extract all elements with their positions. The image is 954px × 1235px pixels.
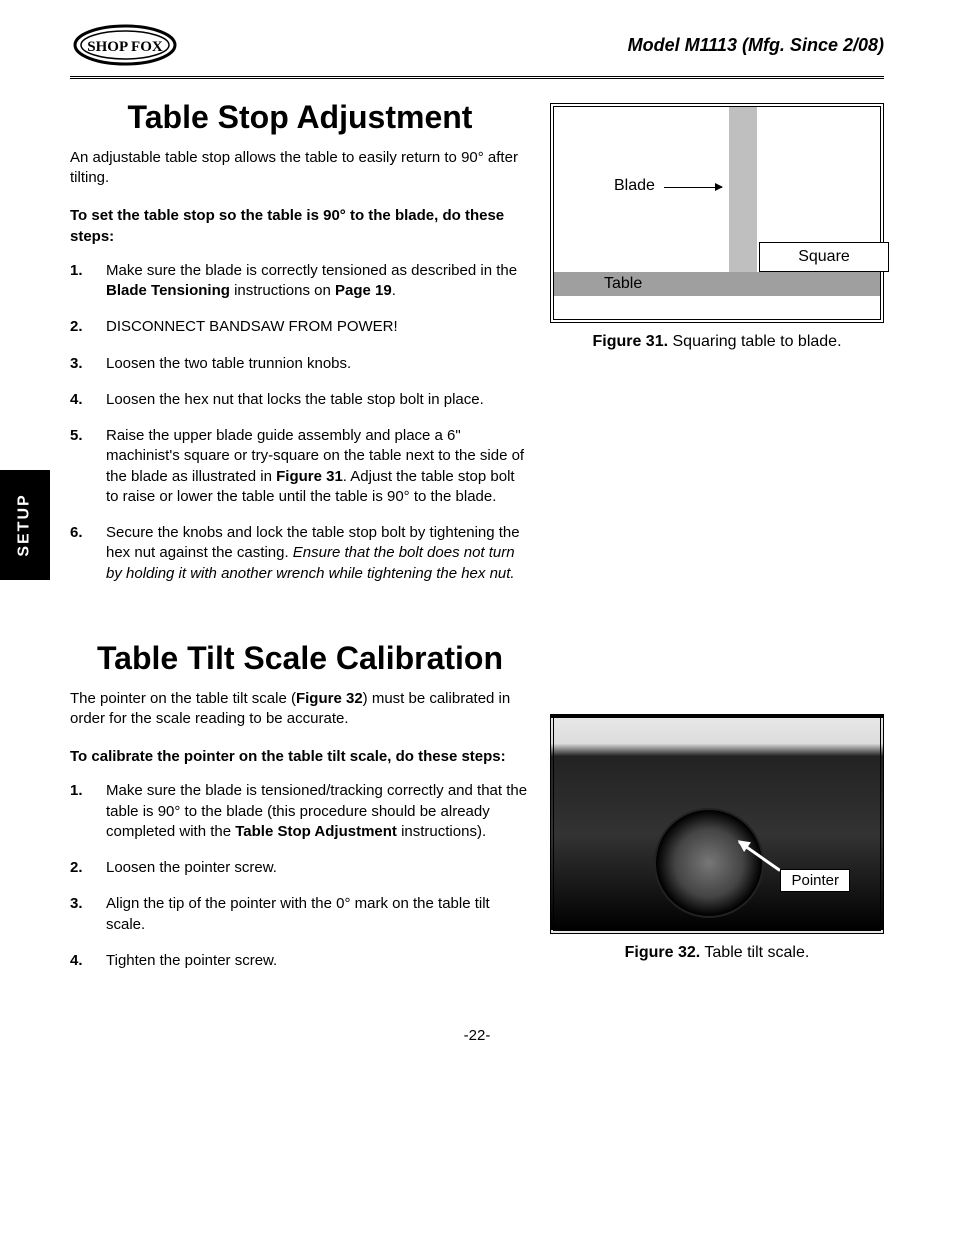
list-item: Raise the upper blade guide assembly and… [70, 426, 530, 507]
fig31-table-label: Table [604, 275, 642, 293]
section1-lead: To set the table stop so the table is 90… [70, 206, 530, 247]
list-item: Secure the knobs and lock the table stop… [70, 523, 530, 584]
page-number: -22- [70, 1027, 884, 1044]
list-item: Make sure the blade is tensioned/trackin… [70, 781, 530, 842]
list-item: Make sure the blade is correctly tension… [70, 261, 530, 302]
section2-lead: To calibrate the pointer on the table ti… [70, 747, 530, 767]
section1-title: Table Stop Adjustment [70, 99, 530, 136]
arrow-icon [664, 187, 722, 188]
figure-31: Blade Table Square Figure 31. Squaring t… [550, 103, 884, 351]
fig31-blade-label: Blade [614, 177, 655, 195]
figure-31-caption: Figure 31. Squaring table to blade. [550, 333, 884, 351]
list-item: Tighten the pointer screw. [70, 951, 530, 971]
figure-32: Pointer Figure 32. Table tilt scale. [550, 714, 884, 962]
list-item: DISCONNECT BANDSAW FROM POWER! [70, 317, 530, 337]
list-item: Loosen the two table trunnion knobs. [70, 354, 530, 374]
model-label: Model M1113 (Mfg. Since 2/08) [628, 35, 884, 56]
svg-text:SHOP FOX: SHOP FOX [87, 39, 163, 55]
fig31-square-label: Square [759, 242, 889, 272]
list-item: Align the tip of the pointer with the 0°… [70, 894, 530, 935]
page-header: SHOP FOX Model M1113 (Mfg. Since 2/08) [70, 20, 884, 79]
section1-steps: Make sure the blade is correctly tension… [70, 261, 530, 584]
section2-steps: Make sure the blade is tensioned/trackin… [70, 781, 530, 971]
section1-intro: An adjustable table stop allows the tabl… [70, 148, 530, 189]
brand-logo: SHOP FOX [70, 20, 180, 70]
figure-32-caption: Figure 32. Table tilt scale. [550, 944, 884, 962]
list-item: Loosen the pointer screw. [70, 858, 530, 878]
list-item: Loosen the hex nut that locks the table … [70, 390, 530, 410]
fig32-pointer-label: Pointer [780, 869, 850, 892]
section2-intro: The pointer on the table tilt scale (Fig… [70, 689, 530, 730]
section2-title: Table Tilt Scale Calibration [70, 640, 530, 677]
